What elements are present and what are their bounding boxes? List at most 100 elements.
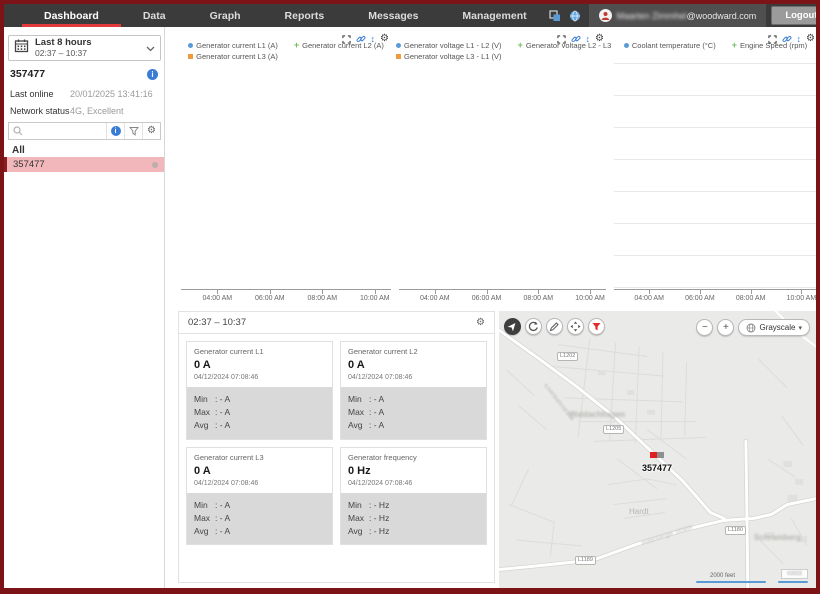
map-scale: 2000 feet ©2023 (696, 567, 808, 583)
card-minmaxavg: Min- A Max- A Avg- A (187, 387, 332, 439)
map-filter-icon[interactable] (588, 318, 605, 335)
road-shield: L1205 (603, 425, 624, 434)
card-value: 0 A (348, 359, 479, 371)
logout-button[interactable]: Logout (771, 6, 816, 25)
user-account[interactable]: Maarten Zimmhel@woodward.com (589, 4, 767, 27)
card-title: Generator frequency (348, 453, 479, 462)
place-label: Waldachhagen (569, 410, 625, 419)
expand-icon[interactable] (342, 35, 351, 44)
device-item-id: 357477 (13, 159, 45, 170)
x-tick-label: 04:00 AM (634, 295, 664, 302)
place-label: Schramberg (754, 533, 801, 542)
sidebar: Last 8 hours 02:37 – 10:37 357477 i Last… (4, 27, 165, 588)
marker-flag-icon (650, 452, 664, 458)
x-tick-label: 08:00 AM (308, 295, 338, 302)
search-icon (13, 126, 23, 136)
x-tick-label: 06:00 AM (685, 295, 715, 302)
map-attribution: ©2023 (781, 569, 808, 579)
tab-messages[interactable]: Messages (346, 4, 440, 27)
gear-icon[interactable]: ⚙ (806, 34, 815, 44)
card-minmaxavg: Min- A Max- A Avg- A (341, 387, 486, 439)
compass-icon[interactable] (504, 318, 521, 335)
card-timestamp: 04/12/2024 07:08:46 (194, 374, 325, 381)
series-marker-circle (624, 43, 629, 48)
road-shield: L1202 (557, 352, 578, 361)
device-list-item-selected[interactable]: 357477 (4, 157, 164, 172)
series-marker-plus: + (518, 43, 523, 48)
gear-icon[interactable]: ⚙ (476, 318, 485, 328)
chevron-down-icon (146, 39, 155, 57)
gear-icon[interactable]: ⚙ (380, 34, 389, 44)
legend-item[interactable]: Generator voltage L3 - L1 (V) (396, 52, 502, 61)
chart-generator-current: ↕ ⚙ Generator current L1 (A) +Generator … (178, 27, 394, 307)
info-icon[interactable]: i (147, 69, 158, 80)
card-minmaxavg: Min- A Max- A Avg- A (187, 493, 332, 545)
swap-vertical-icon[interactable]: ↕ (586, 35, 591, 44)
last-online-label: Last online (10, 89, 70, 99)
swap-vertical-icon[interactable]: ↕ (797, 35, 802, 44)
x-tick-label: 08:00 AM (736, 295, 766, 302)
search-input[interactable] (27, 125, 106, 137)
chart-plot-area[interactable] (181, 63, 391, 289)
expand-icon[interactable] (768, 35, 777, 44)
stat-card-current-l1: Generator current L1 0 A 04/12/2024 07:0… (186, 341, 333, 440)
user-email: Maarten Zimmhel@woodward.com (617, 11, 757, 21)
x-tick-label: 04:00 AM (203, 295, 233, 302)
legend-item[interactable]: Generator current L1 (A) (188, 41, 278, 50)
stat-card-current-l2: Generator current L2 0 A 04/12/2024 07:0… (340, 341, 487, 440)
chart-coolant-engine: ↕ ⚙ Coolant temperature (°C) +Engine Spe… (611, 27, 816, 307)
expand-icon[interactable] (557, 35, 566, 44)
tab-graph[interactable]: Graph (188, 4, 263, 27)
link-icon[interactable] (782, 34, 792, 44)
user-avatar-icon (599, 9, 612, 22)
stats-panel: 02:37 – 10:37 ⚙ Generator current L1 0 A… (178, 311, 495, 583)
place-label: Hardt (629, 507, 649, 516)
chart-plot-area[interactable] (614, 63, 816, 289)
devices-icon[interactable] (549, 9, 562, 22)
link-icon[interactable] (571, 34, 581, 44)
time-range-dropdown[interactable]: Last 8 hours 02:37 – 10:37 (8, 35, 161, 61)
map-panel[interactable]: L1202 L1205 L1180 L1189 Waldachhagen Har… (499, 311, 816, 588)
tab-management[interactable]: Management (440, 4, 548, 27)
time-range-text: Last 8 hours 02:37 – 10:37 (35, 38, 140, 59)
caret-down-icon: ▾ (798, 324, 802, 332)
gear-icon[interactable]: ⚙ (595, 34, 604, 44)
app-window: Dashboard Data Graph Reports Messages Ma… (0, 0, 820, 594)
road-shield: L1180 (725, 526, 746, 535)
rotate-icon[interactable] (525, 318, 542, 335)
series-marker-circle (396, 43, 401, 48)
tab-dashboard[interactable]: Dashboard (22, 4, 121, 27)
x-tick-label: 10:00 AM (360, 295, 390, 302)
legend-item[interactable]: Generator voltage L1 - L2 (V) (396, 41, 502, 50)
legend-item[interactable]: Coolant temperature (°C) (624, 41, 716, 50)
tab-reports[interactable]: Reports (263, 4, 347, 27)
stat-card-frequency: Generator frequency 0 Hz 04/12/2024 07:0… (340, 447, 487, 546)
globe-icon[interactable] (569, 9, 582, 22)
search-info-icon[interactable]: i (106, 123, 124, 139)
link-icon[interactable] (356, 34, 366, 44)
map-device-marker[interactable]: 357477 (642, 445, 672, 473)
tab-data[interactable]: Data (121, 4, 188, 27)
filter-icon[interactable] (124, 123, 142, 139)
map-style-dropdown[interactable]: Grayscale ▾ (738, 319, 810, 336)
zoom-in-button[interactable]: + (717, 319, 734, 336)
main-content: ↕ ⚙ Generator current L1 (A) + Generator … (166, 27, 816, 588)
draw-icon[interactable] (546, 318, 563, 335)
top-nav: Dashboard Data Graph Reports Messages Ma… (4, 4, 816, 27)
legend-item[interactable]: Generator current L3 (A) (188, 52, 278, 61)
stats-header: 02:37 – 10:37 ⚙ (179, 312, 494, 334)
globe-icon (746, 323, 756, 333)
settings-gear-icon[interactable]: ⚙ (142, 123, 160, 139)
chart-toolbar: ↕ ⚙ (342, 34, 389, 44)
zoom-out-button[interactable]: − (696, 319, 713, 336)
fit-extent-icon[interactable] (567, 318, 584, 335)
x-tick-label: 08:00 AM (524, 295, 554, 302)
series-marker-square (188, 54, 193, 59)
card-value: 0 A (194, 465, 325, 477)
page: Dashboard Data Graph Reports Messages Ma… (4, 4, 816, 588)
chart-plot-area[interactable] (399, 63, 606, 289)
network-status-row: Network status 4G, Excellent (10, 106, 160, 116)
stat-cards-grid: Generator current L1 0 A 04/12/2024 07:0… (179, 334, 494, 552)
swap-vertical-icon[interactable]: ↕ (371, 35, 376, 44)
card-title: Generator current L3 (194, 453, 325, 462)
